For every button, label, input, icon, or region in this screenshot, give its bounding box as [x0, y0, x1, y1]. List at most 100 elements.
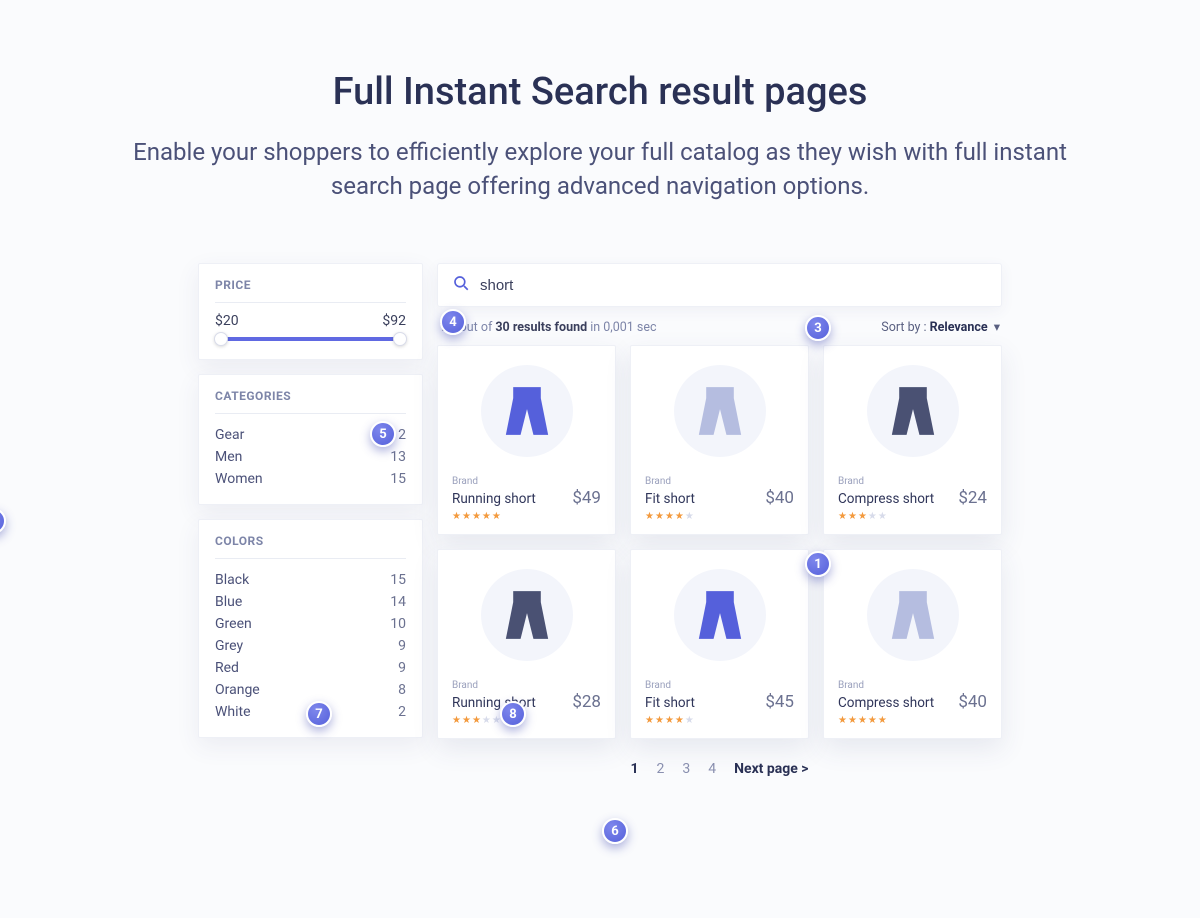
category-item[interactable]: Men 13: [215, 446, 406, 468]
colors-title: COLORS: [215, 534, 406, 559]
product-name: Running short: [452, 491, 536, 507]
product-card[interactable]: Brand Running short $28 ★★★★★: [437, 549, 616, 739]
product-price: $40: [958, 692, 987, 712]
facet-label: Blue: [215, 594, 242, 610]
product-thumb: [631, 346, 808, 476]
pagination: 1 2 3 4 Next page >: [437, 761, 1002, 777]
color-item[interactable]: Blue 14: [215, 591, 406, 613]
product-price: $45: [765, 692, 794, 712]
product-brand: Brand: [452, 680, 601, 691]
product-price: $24: [958, 488, 987, 508]
product-card[interactable]: Brand Fit short $40 ★★★★★: [630, 345, 809, 535]
pants-icon: [504, 586, 550, 644]
page-2[interactable]: 2: [657, 761, 665, 777]
next-page[interactable]: Next page >: [734, 761, 808, 777]
annotation-badge-3: 3: [805, 315, 831, 341]
search-demo: PRICE $20 $92 CATEGORIES Gear2Men13Women…: [0, 263, 1200, 777]
color-item[interactable]: Grey 9: [215, 635, 406, 657]
facet-count: 9: [398, 638, 406, 654]
pants-icon: [697, 382, 743, 440]
product-name: Compress short: [838, 491, 934, 507]
facet-label: Grey: [215, 638, 243, 654]
product-name: Compress short: [838, 695, 934, 711]
product-name: Fit short: [645, 695, 695, 711]
results-count: 1-9 out of 30 results found in 0,001 sec: [439, 320, 657, 335]
facet-label: Green: [215, 616, 252, 632]
product-rating: ★★★★★: [645, 715, 794, 726]
product-rating: ★★★★★: [838, 715, 987, 726]
product-brand: Brand: [645, 476, 794, 487]
facet-count: 10: [390, 616, 406, 632]
product-name: Fit short: [645, 491, 695, 507]
facet-count: 15: [390, 471, 406, 487]
facet-label: Red: [215, 660, 239, 676]
search-input[interactable]: [480, 277, 679, 294]
product-price: $49: [572, 488, 601, 508]
annotation-badge-5: 5: [370, 421, 396, 447]
annotation-badge-4: 4: [440, 309, 466, 335]
page-3[interactable]: 3: [682, 761, 690, 777]
category-item[interactable]: Women 15: [215, 468, 406, 490]
product-price: $28: [572, 692, 601, 712]
page-subtitle: Enable your shoppers to efficiently expl…: [120, 136, 1080, 203]
product-rating: ★★★★★: [452, 511, 601, 522]
facet-count: 15: [390, 572, 406, 588]
product-brand: Brand: [645, 680, 794, 691]
product-brand: Brand: [838, 476, 987, 487]
product-rating: ★★★★★: [452, 715, 601, 726]
search-bar[interactable]: [437, 263, 1002, 307]
product-brand: Brand: [838, 680, 987, 691]
facet-count: 13: [390, 449, 406, 465]
facet-count: 2: [398, 704, 406, 720]
facet-label: Gear: [215, 427, 244, 443]
product-price: $40: [765, 488, 794, 508]
product-card[interactable]: Brand Compress short $40 ★★★★★: [823, 549, 1002, 739]
pants-icon: [504, 382, 550, 440]
product-card[interactable]: Brand Fit short $45 ★★★★★: [630, 549, 809, 739]
page-title: Full Instant Search result pages: [120, 70, 1080, 114]
page-4[interactable]: 4: [708, 761, 716, 777]
price-slider[interactable]: [221, 337, 400, 341]
product-thumb: [824, 346, 1001, 476]
pants-icon: [697, 586, 743, 644]
facet-label: Women: [215, 471, 263, 487]
facet-count: 8: [398, 682, 406, 698]
product-thumb: [824, 550, 1001, 680]
results-main: 1-9 out of 30 results found in 0,001 sec…: [437, 263, 1002, 777]
color-item[interactable]: Green 10: [215, 613, 406, 635]
slider-handle-max[interactable]: [393, 332, 407, 346]
price-title: PRICE: [215, 278, 406, 303]
product-card[interactable]: Brand Compress short $24 ★★★★★: [823, 345, 1002, 535]
color-item[interactable]: Black 15: [215, 569, 406, 591]
pants-icon: [890, 382, 936, 440]
price-max: $92: [382, 313, 406, 329]
filters-sidebar: PRICE $20 $92 CATEGORIES Gear 2 Men 13 Women…: [198, 263, 423, 777]
annotation-badge-8: 8: [500, 701, 526, 727]
annotation-badge-1: 1: [805, 551, 831, 577]
color-item[interactable]: Red9: [215, 657, 406, 679]
product-thumb: [438, 346, 615, 476]
slider-handle-min[interactable]: [214, 332, 228, 346]
pants-icon: [890, 586, 936, 644]
product-rating: ★★★★★: [645, 511, 794, 522]
product-rating: ★★★★★: [838, 511, 987, 522]
annotation-badge-7: 7: [306, 701, 332, 727]
facet-label: Orange: [215, 682, 260, 698]
facet-count: 2: [398, 427, 406, 443]
product-thumb: [438, 550, 615, 680]
product-card[interactable]: Brand Running short $49 ★★★★★: [437, 345, 616, 535]
page-1[interactable]: 1: [630, 761, 638, 777]
annotation-badge-6: 6: [602, 818, 628, 844]
chevron-down-icon: ▾: [994, 319, 1000, 335]
facet-count: 14: [390, 594, 406, 610]
annotation-badge-2: 2: [0, 508, 6, 534]
color-item[interactable]: Orange 8: [215, 679, 406, 701]
price-min: $20: [215, 313, 239, 329]
sort-dropdown[interactable]: Sort by : Relevance ▾: [881, 319, 1000, 335]
price-panel: PRICE $20 $92: [198, 263, 423, 360]
search-icon: [452, 274, 470, 296]
facet-label: Black: [215, 572, 249, 588]
facet-label: Men: [215, 449, 242, 465]
categories-title: CATEGORIES: [215, 389, 406, 414]
product-brand: Brand: [452, 476, 601, 487]
